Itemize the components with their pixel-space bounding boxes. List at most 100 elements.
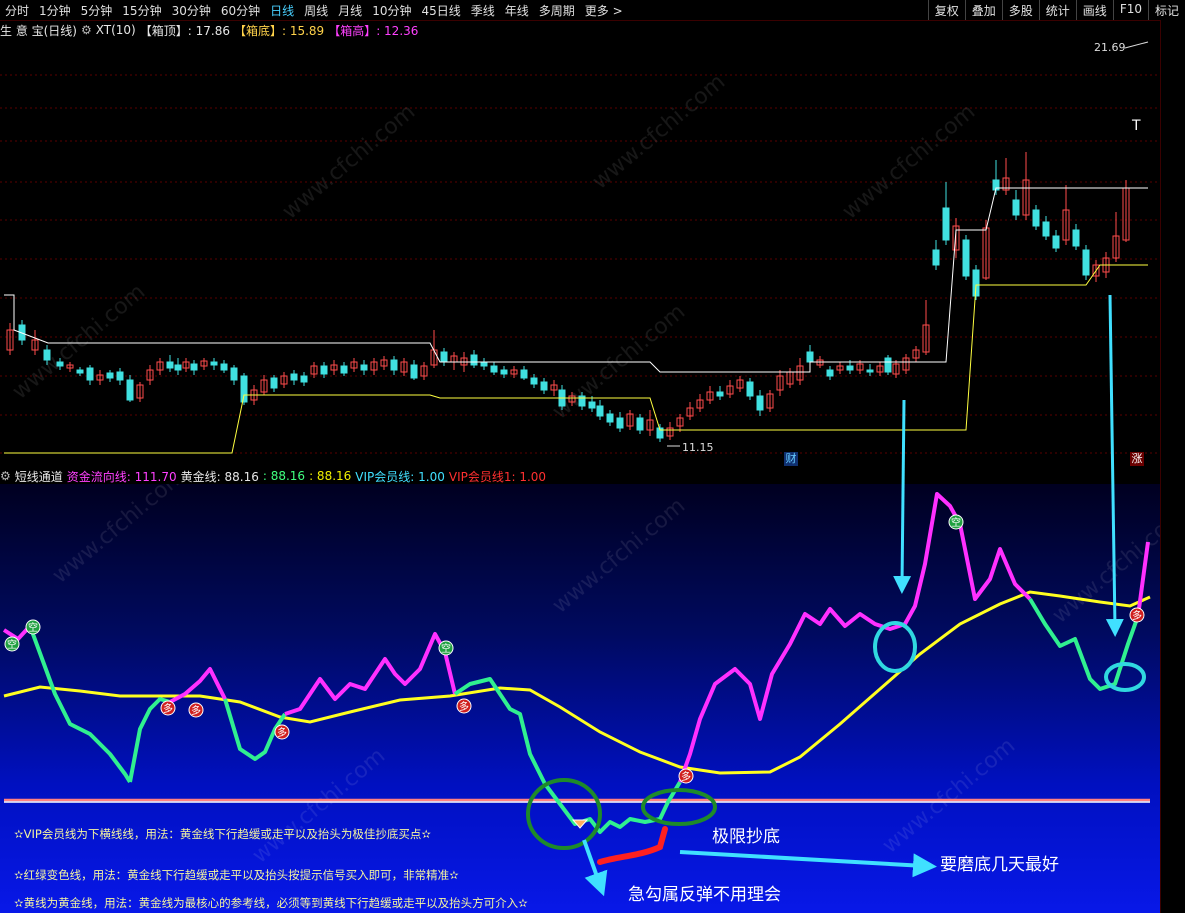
candle-body: [826, 369, 834, 377]
candle-body: [1072, 229, 1080, 247]
period-toolbar: 分时 1分钟 5分钟 15分钟 30分钟 60分钟 日线 周线 月线 10分钟 45日线 季线 年线 多周…: [0, 0, 1185, 21]
right-axis: [1160, 20, 1185, 913]
period-tab[interactable]: 周线: [299, 2, 333, 19]
low-price-label: 11.15: [682, 441, 714, 454]
fund-flow-segment: [28, 625, 132, 784]
toolbar-button[interactable]: 统计: [1038, 0, 1076, 20]
period-tab[interactable]: 15分钟: [117, 2, 166, 19]
annotation-grind-bottom: 要磨底几天最好: [940, 855, 1059, 875]
candle-body: [530, 377, 538, 385]
settings-gear-icon[interactable]: ⚙: [81, 23, 92, 37]
settings-gear-icon[interactable]: ⚙: [0, 469, 11, 483]
fund-flow-segment: [678, 492, 1032, 783]
candle-body: [1012, 199, 1020, 216]
high-price-arrow: [1124, 41, 1149, 49]
candle-body: [340, 365, 348, 374]
candle-body: [76, 369, 84, 374]
period-tab[interactable]: 分时: [0, 2, 34, 19]
candle-body: [636, 417, 644, 431]
candle-body: [500, 369, 508, 375]
usage-note-3: ✫黄线为黄金线，用法：黄金线为最核心的参考线，必须等到黄线下行趋缓或走平以及抬头…: [14, 896, 528, 910]
candle-body: [806, 351, 814, 363]
candle-body: [106, 372, 114, 379]
period-tab[interactable]: 30分钟: [167, 2, 216, 19]
indicator-name[interactable]: XT(10): [96, 23, 136, 37]
candle-body: [174, 364, 182, 371]
candle-body: [126, 379, 134, 401]
period-tab[interactable]: 1分钟: [34, 2, 76, 19]
signal-label: 空: [7, 638, 17, 651]
candle-body: [190, 363, 198, 371]
candle-body: [166, 361, 174, 369]
box-bottom-value: 【箱底】: 15.89: [233, 23, 325, 38]
box-height-value: 【箱高】: 12.36: [328, 23, 419, 38]
signal-label: 空: [441, 642, 451, 655]
candle-body: [846, 365, 854, 371]
gold-line-value-3: : 88.16: [309, 469, 352, 483]
candle-body: [470, 354, 478, 366]
circle-annotation: [873, 621, 917, 673]
candle-body: [270, 377, 278, 389]
box-top-value: 【箱顶】: 17.86: [139, 23, 230, 38]
circle-annotation: [526, 778, 602, 850]
main-chart-header: 生 意 宝(日线) ⚙ XT(10) 【箱顶】: 17.86 【箱底】: 15.…: [0, 22, 418, 38]
circle-annotation: [1104, 662, 1146, 692]
candle-body: [942, 207, 950, 241]
toolbar-button[interactable]: 复权: [927, 0, 965, 20]
toolbar-button[interactable]: 画线: [1075, 0, 1113, 20]
candle-body: [1032, 209, 1040, 227]
candle-body: [756, 395, 764, 411]
candle-body: [56, 361, 64, 367]
rise-badge[interactable]: 涨: [1130, 452, 1144, 466]
period-tab[interactable]: 月线: [333, 2, 367, 19]
candle-body: [320, 365, 328, 375]
candle-body: [86, 367, 94, 381]
annotation-extreme-bottom: 极限抄底: [712, 827, 780, 847]
period-tab[interactable]: 5分钟: [76, 2, 118, 19]
watermark-text: www.cfchi.com: [48, 484, 190, 589]
period-tab[interactable]: 年线: [500, 2, 534, 19]
candle-body: [520, 369, 528, 379]
sub-indicator-name[interactable]: 短线通道: [15, 468, 63, 485]
period-tab[interactable]: 更多 >: [580, 2, 628, 19]
period-tab[interactable]: 日线: [265, 2, 299, 19]
candle-body: [240, 375, 248, 403]
toolbar-button[interactable]: 标记: [1147, 0, 1185, 20]
period-tab[interactable]: 季线: [466, 2, 500, 19]
signal-label: 多: [191, 704, 201, 717]
fund-flow-segment: [1028, 597, 1140, 691]
watermark-text: www.cfchi.com: [248, 743, 390, 868]
stock-name: 生 意 宝(日线): [0, 23, 77, 38]
fund-line-value: 资金流向线: 111.70: [66, 469, 177, 484]
toolbar-button[interactable]: 叠加: [964, 0, 1002, 20]
period-tab[interactable]: 多周期: [534, 2, 580, 19]
indicator-chart[interactable]: www.cfchi.com www.cfchi.com www.cfchi.com w…: [0, 484, 1160, 913]
period-tab[interactable]: 60分钟: [216, 2, 265, 19]
signal-label: 多: [681, 770, 691, 783]
candle-body: [884, 357, 892, 373]
watermark-text: www.cfchi.com: [588, 69, 730, 194]
candle-body: [360, 364, 368, 371]
candle-body: [588, 401, 596, 409]
candle-body: [300, 375, 308, 383]
candle-body: [390, 359, 398, 371]
candlestick-chart[interactable]: www.cfchi.comwww.cfchi.comwww.cfchi.comw…: [0, 40, 1160, 466]
gold-line-value-2: : 88.16: [262, 469, 306, 483]
candle-body: [616, 417, 624, 429]
circle-annotation: [641, 788, 717, 826]
vip-line-value: VIP会员线: 1.00: [355, 469, 445, 484]
finance-badge[interactable]: 财: [784, 452, 798, 466]
candle-body: [1082, 249, 1090, 276]
period-tab[interactable]: 10分钟: [367, 2, 416, 19]
candle-body: [43, 349, 51, 361]
watermark-text: www.cfchi.com: [878, 733, 1020, 858]
period-tab[interactable]: 45日线: [416, 2, 465, 19]
toolbar-button[interactable]: F10: [1112, 0, 1148, 20]
signal-label: 空: [951, 516, 961, 529]
watermark-text: www.cfchi.com: [838, 99, 980, 224]
watermark-text: www.cfchi.com: [278, 99, 420, 224]
candle-body: [116, 371, 124, 381]
candle-body: [1052, 235, 1060, 249]
toolbar-button[interactable]: 多股: [1001, 0, 1039, 20]
signal-icons: 空空空空多 多多多多多: [4, 514, 1145, 784]
